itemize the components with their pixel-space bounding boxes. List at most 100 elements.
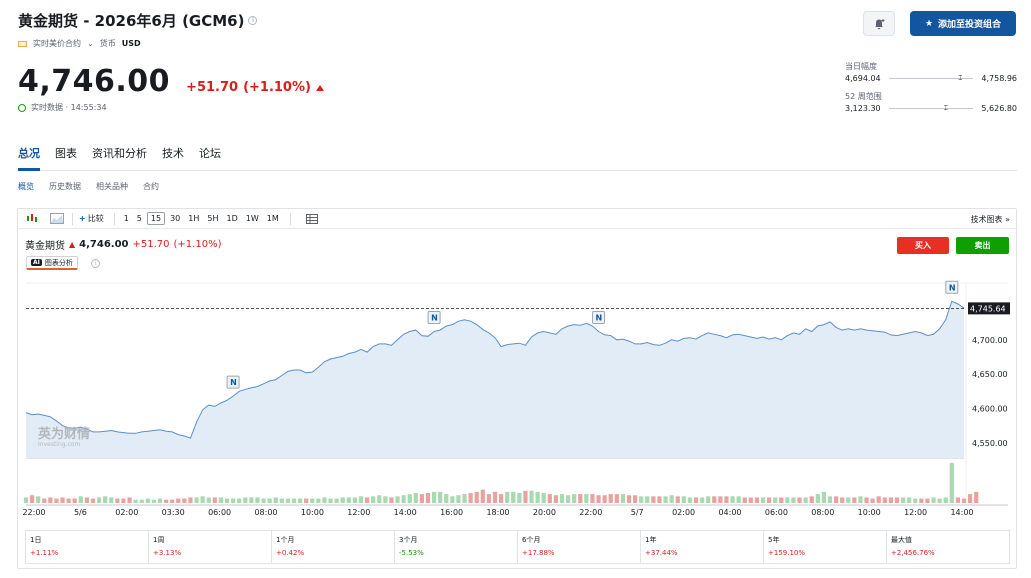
volume-bar	[346, 497, 351, 503]
performance-strip: 1日 +1.11% 1周 +3.13% 1个月 +0.42% 3个月 -5.53…	[25, 530, 1010, 564]
volume-bar	[766, 497, 772, 503]
info-icon[interactable]: i	[248, 16, 258, 25]
perf-cell-3m[interactable]: 3个月 -5.53%	[395, 531, 518, 563]
contract-label[interactable]: 实时美价合约	[33, 38, 81, 49]
volume-bar	[955, 497, 961, 503]
volume-bar	[212, 497, 217, 503]
sub-tabs: 概览 历史数据 相关品种 合约	[18, 181, 159, 192]
perf-cell-max[interactable]: 最大值 +2,456.76%	[887, 531, 1009, 563]
volume-bar	[626, 495, 632, 503]
tab-news-analysis[interactable]: 资讯和分析	[92, 145, 147, 161]
volume-bar	[36, 496, 41, 503]
volume-bar	[578, 494, 583, 503]
volume-bar	[352, 497, 358, 503]
volume-bar	[517, 493, 522, 503]
volume-bar	[206, 497, 211, 503]
perf-value: +37.44%	[645, 549, 678, 557]
week52-range-label: 52 周范围	[845, 92, 882, 101]
y-tick-label: 4,550.00	[972, 439, 1008, 448]
volume-bar	[279, 498, 284, 503]
volume-bar	[553, 495, 559, 503]
volume-bar	[103, 496, 108, 503]
realtime-text: 实时数据 · 14:55:34	[31, 103, 107, 112]
volume-bar	[943, 497, 948, 503]
volume-bar	[486, 494, 492, 503]
volume-bar	[803, 497, 808, 503]
arrow-up-icon	[315, 84, 324, 91]
volume-bar	[200, 496, 205, 503]
volume-bar	[401, 495, 406, 503]
subtab-related[interactable]: 相关品种	[96, 181, 128, 192]
perf-cell-5y[interactable]: 5年 +159.10%	[764, 531, 887, 563]
x-tick-label: 22:00	[579, 508, 602, 517]
news-marker-label: N	[949, 283, 956, 292]
volume-bar	[687, 497, 693, 503]
volume-bar	[425, 493, 431, 503]
perf-cell-1w[interactable]: 1周 +3.13%	[149, 531, 272, 563]
volume-bar	[663, 496, 668, 503]
tab-chart[interactable]: 图表	[55, 145, 77, 161]
last-price-label: 4,745.64	[970, 304, 1006, 313]
volume-bar	[498, 494, 504, 503]
x-tick-label: 08:00	[254, 508, 277, 517]
change-value: +51.70	[186, 80, 239, 95]
volume-bar	[608, 494, 613, 503]
subtab-historical[interactable]: 历史数据	[49, 181, 81, 192]
volume-bar	[109, 497, 114, 503]
volume-bar	[29, 495, 35, 503]
volume-bar	[163, 499, 169, 503]
x-tick-label: 06:00	[208, 508, 231, 517]
perf-cell-1y[interactable]: 1年 +37.44%	[641, 531, 764, 563]
tab-overview[interactable]: 总况	[18, 145, 40, 161]
x-tick-label: 10:00	[858, 508, 881, 517]
volume-bar	[900, 497, 906, 503]
volume-bar	[456, 495, 461, 503]
perf-cell-1m[interactable]: 1个月 +0.42%	[272, 531, 395, 563]
volume-bar	[529, 490, 534, 503]
news-marker-label: N	[596, 314, 603, 323]
tab-forum[interactable]: 论坛	[199, 145, 221, 161]
y-tick-label: 4,650.00	[972, 370, 1008, 379]
volume-bar	[699, 497, 705, 503]
week52-range-low: 3,123.30	[845, 104, 881, 113]
add-to-portfolio-button[interactable]: ★ 添加至投资组合	[910, 11, 1016, 36]
subtab-contracts[interactable]: 合约	[143, 181, 159, 192]
price-chart[interactable]: 4,700.00 4,650.00 4,600.00 4,550.00 4,745.64…	[18, 209, 1016, 527]
perf-cell-6m[interactable]: 6个月 +17.88%	[518, 531, 641, 563]
subtab-overview[interactable]: 概览	[18, 181, 34, 192]
alert-button[interactable]	[863, 11, 895, 36]
volume-bar	[632, 495, 638, 503]
volume-bar	[127, 497, 132, 503]
x-tick-label: 12:00	[347, 508, 370, 517]
volume-bar	[547, 494, 552, 503]
volume-bar	[596, 495, 601, 503]
perf-label: 1个月	[276, 536, 295, 544]
volume-bar	[827, 496, 833, 503]
volume-bar	[535, 491, 540, 503]
volume-bar	[505, 491, 510, 503]
volume-bar	[291, 498, 297, 503]
perf-cell-1d[interactable]: 1日 +1.11%	[26, 531, 149, 563]
day-range-low: 4,694.04	[845, 74, 881, 83]
news-marker-label: N	[230, 378, 237, 387]
volume-bar	[194, 497, 199, 503]
volume-bar	[78, 496, 83, 503]
volume-bar	[84, 497, 90, 503]
x-tick-label: 08:00	[811, 508, 834, 517]
chevron-down-icon[interactable]: ⌄	[87, 39, 94, 48]
x-tick-label: 16:00	[440, 508, 463, 517]
volume-bar	[182, 498, 187, 503]
volume-bar	[565, 495, 571, 503]
volume-bar	[255, 497, 260, 503]
volume-bar	[90, 498, 96, 503]
volume-bar	[846, 497, 851, 503]
tab-technical[interactable]: 技术	[162, 145, 184, 161]
perf-value: +3.13%	[153, 549, 182, 557]
volume-bar	[243, 497, 248, 503]
volume-bar	[961, 498, 967, 503]
volume-bar	[145, 498, 150, 503]
volume-bar	[919, 498, 924, 503]
perf-label: 最大值	[891, 536, 912, 544]
volume-bar	[170, 499, 175, 503]
volume-bar	[833, 496, 839, 503]
